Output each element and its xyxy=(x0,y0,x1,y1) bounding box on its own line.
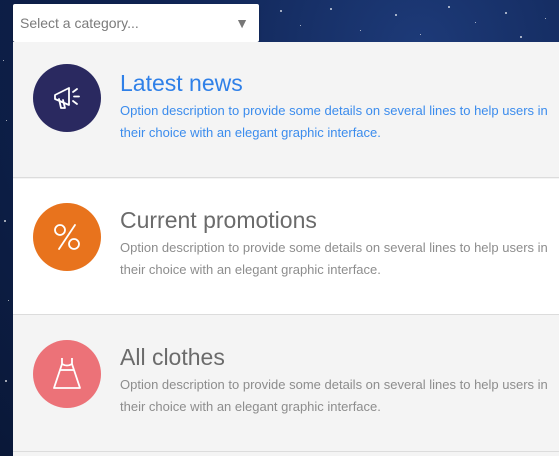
dress-icon xyxy=(33,340,101,408)
category-select-placeholder: Select a category... xyxy=(20,15,139,31)
category-select[interactable]: Select a category... ▼ xyxy=(13,4,259,42)
option-title: Current promotions xyxy=(120,207,317,233)
percent-icon xyxy=(33,203,101,271)
dropdown-arrow-icon[interactable]: ▼ xyxy=(235,15,249,31)
option-current-promotions[interactable]: Current promotions Option description to… xyxy=(13,179,559,315)
option-title: Latest news xyxy=(120,70,243,96)
megaphone-icon xyxy=(33,64,101,132)
category-options-panel: Latest news Option description to provid… xyxy=(13,42,559,456)
option-title: All clothes xyxy=(120,344,225,370)
option-all-clothes[interactable]: All clothes Option description to provid… xyxy=(13,316,559,452)
option-description: Option description to provide some detai… xyxy=(120,377,548,414)
option-description: Option description to provide some detai… xyxy=(120,103,548,140)
option-latest-news[interactable]: Latest news Option description to provid… xyxy=(13,42,559,178)
option-description: Option description to provide some detai… xyxy=(120,240,548,277)
